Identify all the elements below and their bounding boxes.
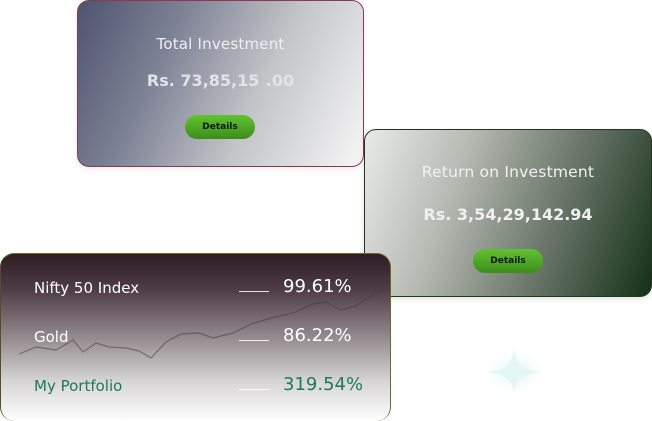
sparkle-icon xyxy=(484,348,544,392)
performance-comparison-card: Nifty 50 Index 99.61% Gold 86.22% My Por… xyxy=(0,253,391,421)
performance-row-dash xyxy=(239,389,269,390)
performance-row-label: Gold xyxy=(34,328,69,346)
performance-row-value: 319.54% xyxy=(283,374,364,395)
total-investment-card: Total Investment Rs. 73,85,15 .00 Detail… xyxy=(77,0,364,167)
performance-row-portfolio: My Portfolio 319.54% xyxy=(1,372,390,402)
total-investment-details-button[interactable]: Details xyxy=(185,115,255,139)
total-investment-title: Total Investment xyxy=(156,35,285,53)
return-on-investment-title: Return on Investment xyxy=(421,163,595,181)
return-on-investment-details-button[interactable]: Details xyxy=(473,249,543,273)
performance-row-dash xyxy=(239,291,269,292)
performance-row-value: 86.22% xyxy=(283,325,352,346)
performance-row-dash xyxy=(239,340,269,341)
return-on-investment-card: Return on Investment Rs. 3,54,29,142.94 … xyxy=(364,129,652,297)
performance-row-label: Nifty 50 Index xyxy=(34,279,140,297)
performance-row-value: 99.61% xyxy=(283,276,352,297)
performance-row-gold: Gold 86.22% xyxy=(1,323,390,353)
performance-row-label: My Portfolio xyxy=(34,377,123,395)
return-on-investment-amount: Rs. 3,54,29,142.94 xyxy=(423,205,593,224)
performance-row-nifty: Nifty 50 Index 99.61% xyxy=(1,274,390,304)
total-investment-amount: Rs. 73,85,15 .00 xyxy=(146,71,295,90)
